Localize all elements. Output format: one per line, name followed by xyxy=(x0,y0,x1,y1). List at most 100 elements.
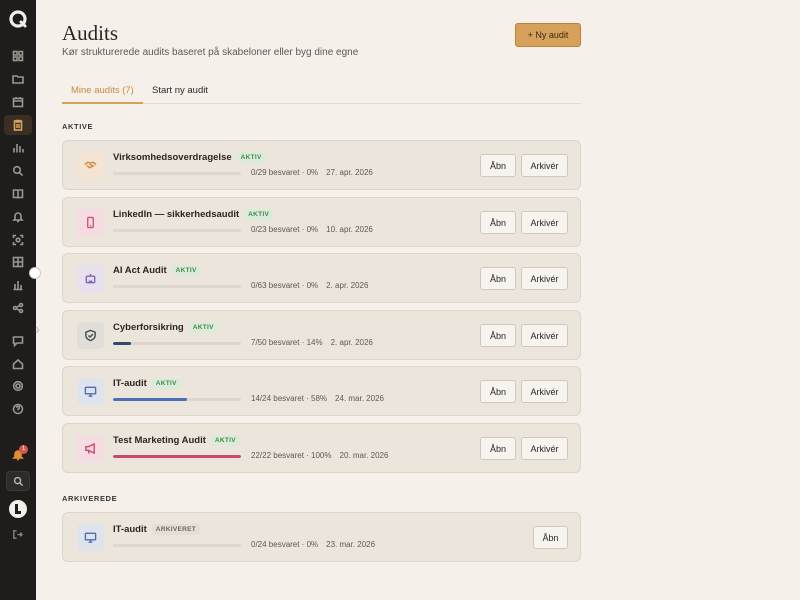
open-button[interactable]: Åbn xyxy=(480,324,516,347)
progress-bar xyxy=(113,342,241,345)
book-icon[interactable] xyxy=(9,185,27,203)
page-subtitle: Kør strukturerede audits baseret på skab… xyxy=(62,47,359,58)
phone-icon xyxy=(77,209,104,236)
audit-title[interactable]: LinkedIn — sikkerhedsaudit xyxy=(113,209,239,220)
audit-card: LinkedIn — sikkerhedsaudit AKTIV 0/23 besv… xyxy=(62,197,581,247)
status-badge: AKTIV xyxy=(151,378,181,389)
progress-bar xyxy=(113,229,241,232)
audit-title[interactable]: IT-audit xyxy=(113,378,147,389)
chevron-right-icon[interactable] xyxy=(35,321,40,334)
archive-button[interactable]: Arkivér xyxy=(521,437,568,460)
dashboard-icon[interactable] xyxy=(9,47,27,65)
scan-icon[interactable] xyxy=(9,231,27,249)
audit-title-row[interactable]: AI Act Audit AKTIV xyxy=(113,265,201,276)
progress-text: 22/22 besvaret · 100% xyxy=(251,451,332,460)
progress-bar xyxy=(113,544,241,547)
audit-date: 2. apr. 2026 xyxy=(326,281,369,290)
status-badge: AKTIV xyxy=(188,322,218,333)
bar-chart-icon[interactable] xyxy=(9,139,27,157)
open-button[interactable]: Åbn xyxy=(480,154,516,177)
progress-text: 0/23 besvaret · 0% xyxy=(251,225,319,234)
app-logo[interactable] xyxy=(8,9,28,29)
audit-title[interactable]: AI Act Audit xyxy=(113,265,167,276)
progress-text: 0/63 besvaret · 0% xyxy=(251,281,319,290)
archive-button[interactable]: Arkivér xyxy=(521,324,568,347)
audit-title[interactable]: Virksomhedsoverdragelse xyxy=(113,152,232,163)
sidebar-search-button[interactable] xyxy=(6,471,30,491)
audit-title-row[interactable]: Test Marketing Audit AKTIV xyxy=(113,435,240,446)
audit-meta: 0/23 besvaret · 0% 10. apr. 2026 xyxy=(251,225,373,234)
section-label-active: AKTIVE xyxy=(62,122,94,131)
audit-card: Cyberforsikring AKTIV 7/50 besvaret · 14% 2… xyxy=(62,310,581,360)
audit-title[interactable]: IT-audit xyxy=(113,524,147,535)
audit-card: Virksomhedsoverdragelse AKTIV 0/29 besvare… xyxy=(62,140,581,190)
progress-fill xyxy=(113,455,241,458)
progress-text: 0/24 besvaret · 0% xyxy=(251,540,319,549)
progress-bar xyxy=(113,285,241,288)
audit-meta: 0/24 besvaret · 0% 23. mar. 2026 xyxy=(251,540,375,549)
archive-button[interactable]: Arkivér xyxy=(521,154,568,177)
tab-my-audits[interactable]: Mine audits (7) xyxy=(62,80,143,104)
avatar[interactable] xyxy=(9,500,27,518)
audit-date: 24. mar. 2026 xyxy=(335,394,384,403)
audit-title-row[interactable]: IT-audit ARKIVERET xyxy=(113,524,201,535)
sidebar: 1 xyxy=(0,0,41,600)
audit-title[interactable]: Cyberforsikring xyxy=(113,322,184,333)
archive-button[interactable]: Arkivér xyxy=(521,211,568,234)
progress-fill xyxy=(113,342,131,345)
audit-date: 27. apr. 2026 xyxy=(326,168,373,177)
grid-icon[interactable] xyxy=(9,253,27,271)
sidebar-collapse-handle[interactable] xyxy=(29,267,41,279)
audit-title-row[interactable]: Virksomhedsoverdragelse AKTIV xyxy=(113,152,266,163)
page-title: Audits xyxy=(62,21,119,45)
building-chart-icon[interactable] xyxy=(9,276,27,294)
open-button[interactable]: Åbn xyxy=(480,267,516,290)
progress-bar xyxy=(113,172,241,175)
audit-title[interactable]: Test Marketing Audit xyxy=(113,435,206,446)
search-icon[interactable] xyxy=(9,162,27,180)
archive-button[interactable]: Arkivér xyxy=(521,380,568,403)
audit-card: IT-audit AKTIV 14/24 besvaret · 58% 24. mar… xyxy=(62,366,581,416)
new-audit-button[interactable]: + Ny audit xyxy=(515,23,581,47)
audit-meta: 14/24 besvaret · 58% 24. mar. 2026 xyxy=(251,394,384,403)
status-badge: ARKIVERET xyxy=(151,524,201,535)
audit-title-row[interactable]: IT-audit AKTIV xyxy=(113,378,181,389)
audit-meta: 22/22 besvaret · 100% 20. mar. 2026 xyxy=(251,451,388,460)
open-button[interactable]: Åbn xyxy=(533,526,568,549)
settings-icon[interactable] xyxy=(9,377,27,395)
robot-icon xyxy=(77,265,104,292)
monitor-icon xyxy=(77,378,104,405)
audit-meta: 7/50 besvaret · 14% 2. apr. 2026 xyxy=(251,338,373,347)
audit-title-row[interactable]: LinkedIn — sikkerhedsaudit AKTIV xyxy=(113,209,274,220)
tab-start-new-audit[interactable]: Start ny audit xyxy=(152,80,208,104)
share-icon[interactable] xyxy=(9,299,27,317)
audit-date: 20. mar. 2026 xyxy=(339,451,389,460)
audit-title-row[interactable]: Cyberforsikring AKTIV xyxy=(113,322,218,333)
audit-date: 10. apr. 2026 xyxy=(326,225,373,234)
progress-text: 14/24 besvaret · 58% xyxy=(251,394,328,403)
audit-card: IT-audit ARKIVERET 0/24 besvaret · 0% 23. m… xyxy=(62,512,581,562)
logout-icon[interactable] xyxy=(12,527,24,539)
folder-icon[interactable] xyxy=(9,70,27,88)
open-button[interactable]: Åbn xyxy=(480,211,516,234)
calendar-icon[interactable] xyxy=(9,93,27,111)
audit-meta: 0/63 besvaret · 0% 2. apr. 2026 xyxy=(251,281,368,290)
alert-icon[interactable] xyxy=(9,208,27,226)
audit-date: 2. apr. 2026 xyxy=(330,338,373,347)
clipboard-icon[interactable] xyxy=(4,115,32,135)
audit-card: AI Act Audit AKTIV 0/63 besvaret · 0% 2. ap… xyxy=(62,253,581,303)
search-icon xyxy=(13,476,23,486)
megaphone-icon xyxy=(77,435,104,462)
audit-card: Test Marketing Audit AKTIV 22/22 besvaret … xyxy=(62,423,581,473)
progress-text: 0/29 besvaret · 0% xyxy=(251,168,319,177)
section-label-archived: ARKIVEREDE xyxy=(62,494,118,503)
help-icon[interactable] xyxy=(9,400,27,418)
status-badge: AKTIV xyxy=(210,435,240,446)
tabs: Mine audits (7) Start ny audit xyxy=(62,80,581,104)
archive-button[interactable]: Arkivér xyxy=(521,267,568,290)
open-button[interactable]: Åbn xyxy=(480,380,516,403)
chat-icon[interactable] xyxy=(9,332,27,350)
progress-fill xyxy=(113,398,188,401)
home-icon[interactable] xyxy=(9,355,27,373)
open-button[interactable]: Åbn xyxy=(480,437,516,460)
